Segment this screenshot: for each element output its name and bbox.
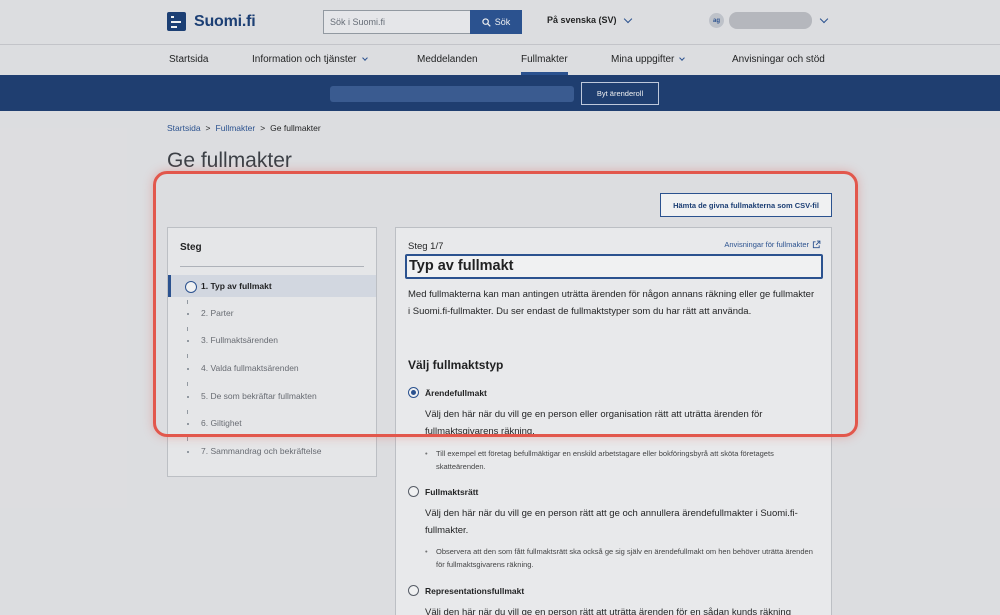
radio-arendefullmakt[interactable]: Ärendefullmakt: [408, 387, 487, 398]
switch-role-button[interactable]: Byt ärenderoll: [581, 82, 659, 105]
step-label: 5. De som bekräftar fullmakten: [201, 391, 317, 401]
chevron-down-icon: [819, 14, 829, 24]
option-description: Välj den här när du vill ge en person rä…: [425, 508, 798, 536]
breadcrumb-separator: >: [260, 123, 266, 133]
step-item-6: 6. Giltighet: [168, 412, 376, 434]
page-title: Ge fullmakter: [167, 149, 292, 172]
main-navigation: Startsida Information och tjänster Medde…: [0, 45, 1000, 75]
breadcrumb: Startsida > Fullmakter > Ge fullmakter: [167, 123, 321, 133]
nav-item-information[interactable]: Information och tjänster: [252, 54, 368, 65]
nav-item-meddelanden[interactable]: Meddelanden: [417, 54, 478, 65]
suomi-logo[interactable]: Suomi.fi: [167, 12, 256, 31]
radio-label: Ärendefullmakt: [425, 387, 487, 398]
step-dot-icon: [187, 368, 189, 370]
step-item-2: 2. Parter: [168, 302, 376, 324]
step-dot-icon: [187, 313, 189, 315]
step-label: 7. Sammandrag och bekräftelse: [201, 446, 322, 456]
radio-label: Representationsfullmakt: [425, 585, 525, 596]
avatar: ag: [709, 13, 724, 28]
language-selector[interactable]: På svenska (SV): [547, 14, 632, 25]
help-link-label: Anvisningar för fullmakter: [724, 240, 809, 249]
intro-text: Med fullmakterna kan man antingen uträtt…: [408, 289, 815, 317]
step-item-3: 3. Fullmaktsärenden: [168, 329, 376, 351]
step-navigation: Steg 1. Typ av fullmakt 2. Parter 3. Ful…: [167, 227, 377, 477]
nav-label: Meddelanden: [417, 54, 478, 65]
suomi-logo-icon: [167, 12, 186, 31]
option-description: Välj den här när du vill ge en person rä…: [425, 607, 791, 615]
step-dot-icon: [187, 423, 189, 425]
nav-label: Startsida: [169, 54, 209, 65]
steps-title: Steg: [180, 242, 202, 253]
nav-label: Anvisningar och stöd: [732, 54, 825, 65]
step-dot-icon: [187, 340, 189, 342]
user-menu[interactable]: ag: [709, 12, 829, 29]
help-link[interactable]: Anvisningar för fullmakter: [724, 240, 821, 249]
step-item-4: 4. Valda fullmaktsärenden: [168, 357, 376, 379]
step-dot-icon: [187, 451, 189, 453]
breadcrumb-separator: >: [205, 123, 211, 133]
current-role-redacted[interactable]: [330, 86, 574, 102]
option-description: Välj den här när du vill ge en person el…: [425, 409, 763, 437]
search-button[interactable]: Sök: [470, 10, 522, 34]
download-csv-button[interactable]: Hämta de givna fullmakterna som CSV-fil: [660, 193, 832, 217]
breadcrumb-link-fullmakter[interactable]: Fullmakter: [216, 123, 256, 133]
radio-unchecked-icon: [408, 585, 419, 596]
nav-item-anvisningar[interactable]: Anvisningar och stöd: [732, 54, 825, 65]
external-link-icon: [812, 240, 821, 249]
radio-unchecked-icon: [408, 486, 419, 497]
logo-text: Suomi.fi: [194, 12, 256, 30]
step-item-7: 7. Sammandrag och bekräftelse: [168, 440, 376, 462]
step-label: 4. Valda fullmaktsärenden: [201, 363, 299, 373]
language-label: På svenska (SV): [547, 15, 617, 25]
content-title: Typ av fullmakt: [405, 254, 823, 279]
step-label: 6. Giltighet: [201, 418, 242, 428]
step-label: 2. Parter: [201, 308, 234, 318]
nav-item-startsida[interactable]: Startsida: [169, 54, 208, 65]
radio-label: Fullmaktsrätt: [425, 486, 479, 497]
option-note: Observera att den som fått fullmaktsrätt…: [425, 545, 820, 571]
radio-representationsfullmakt[interactable]: Representationsfullmakt: [408, 585, 524, 596]
steps-divider: [180, 266, 364, 267]
chevron-down-icon: [623, 14, 632, 23]
nav-label: Fullmakter: [521, 54, 568, 65]
step-item-1[interactable]: 1. Typ av fullmakt: [168, 275, 376, 297]
step-content-panel: Steg 1/7 Anvisningar för fullmakter Typ …: [395, 227, 832, 615]
top-header: Suomi.fi Sök På svenska (SV) ag: [0, 0, 1000, 45]
chevron-down-icon: [361, 55, 368, 61]
option-note: Till exempel ett företag befullmäktigar …: [425, 447, 820, 473]
nav-label: Information och tjänster: [252, 54, 357, 65]
search-input[interactable]: [323, 10, 470, 34]
radio-checked-icon: [408, 387, 419, 398]
nav-item-mina-uppgifter[interactable]: Mina uppgifter: [611, 54, 686, 65]
breadcrumb-link-startsida[interactable]: Startsida: [167, 123, 201, 133]
radio-fullmaktsratt[interactable]: Fullmaktsrätt: [408, 486, 478, 497]
search-icon: [482, 17, 491, 27]
step-item-5: 5. De som bekräftar fullmakten: [168, 385, 376, 407]
step-label: 3. Fullmaktsärenden: [201, 335, 279, 345]
choose-type-heading: Välj fullmaktstyp: [408, 358, 504, 372]
step-dot-icon: [187, 396, 189, 398]
breadcrumb-current: Ge fullmakter: [270, 123, 321, 133]
user-name-redacted: [729, 12, 812, 29]
chevron-down-icon: [679, 55, 686, 61]
site-search: Sök: [323, 10, 522, 34]
search-button-label: Sök: [494, 17, 511, 27]
step-label: 1. Typ av fullmakt: [201, 281, 272, 291]
step-current-marker-icon: [185, 281, 197, 293]
nav-label: Mina uppgifter: [611, 54, 675, 65]
nav-item-fullmakter[interactable]: Fullmakter: [521, 54, 568, 75]
step-counter: Steg 1/7: [408, 241, 444, 252]
